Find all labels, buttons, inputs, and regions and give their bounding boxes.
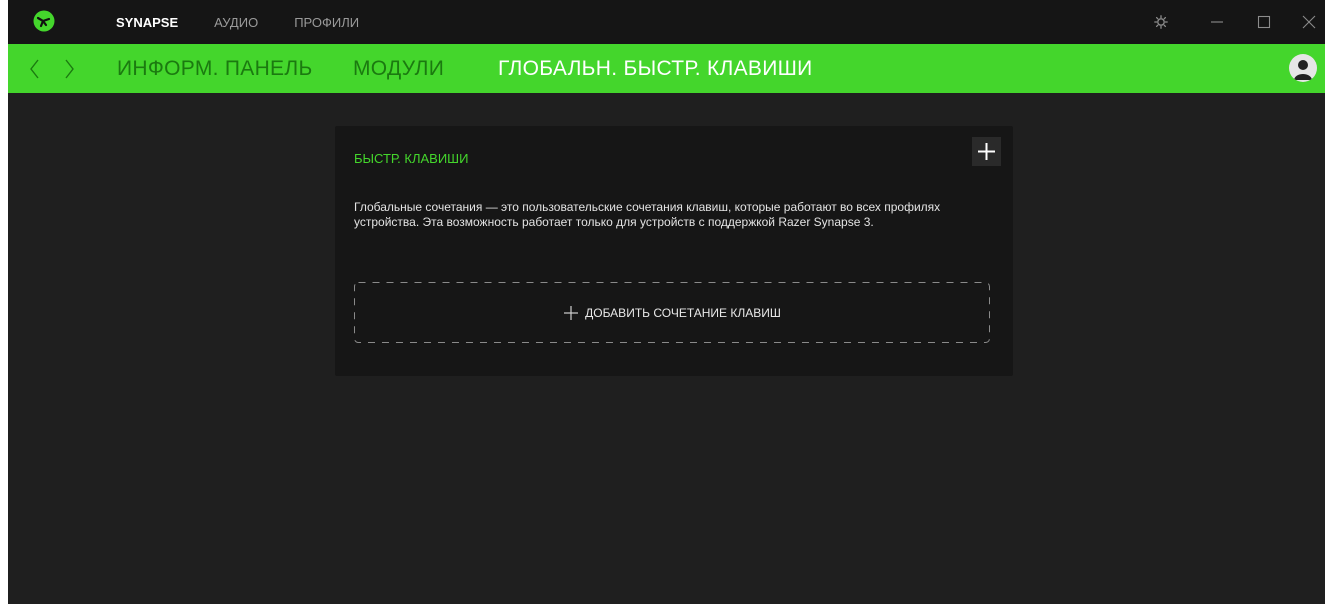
minimize-button[interactable] xyxy=(1202,0,1232,44)
add-key-combination-button[interactable]: ДОБАВИТЬ СОЧЕТАНИЕ КЛАВИШ xyxy=(354,282,990,343)
minimize-icon xyxy=(1211,21,1223,23)
close-button[interactable] xyxy=(1294,0,1324,44)
top-nav-audio[interactable]: АУДИО xyxy=(214,15,258,30)
add-shortcut-button[interactable] xyxy=(972,137,1001,166)
tab-dashboard[interactable]: ИНФОРМ. ПАНЕЛЬ xyxy=(117,44,313,93)
back-arrow-icon[interactable] xyxy=(24,56,46,82)
sub-nav: ИНФОРМ. ПАНЕЛЬ МОДУЛИ ГЛОБАЛЬН. БЫСТР. К… xyxy=(8,44,1325,93)
plus-icon xyxy=(978,143,995,160)
app-window: SYNAPSE АУДИО ПРОФИЛИ ИНФОРМ. ПАНЕЛЬ МОД… xyxy=(8,0,1325,604)
add-key-combination-label: ДОБАВИТЬ СОЧЕТАНИЕ КЛАВИШ xyxy=(585,305,781,320)
top-nav-profiles[interactable]: ПРОФИЛИ xyxy=(294,15,359,30)
gear-icon xyxy=(1154,15,1168,29)
user-icon xyxy=(1294,60,1312,80)
maximize-icon xyxy=(1257,15,1271,29)
tab-modules[interactable]: МОДУЛИ xyxy=(353,44,444,93)
top-nav: SYNAPSE АУДИО ПРОФИЛИ xyxy=(116,0,395,44)
card-description: Глобальные сочетания — это пользовательс… xyxy=(354,200,941,229)
plus-icon xyxy=(564,305,579,320)
forward-arrow-icon[interactable] xyxy=(58,56,80,82)
shortcuts-card: БЫСТР. КЛАВИШИ Глобальные сочетания — эт… xyxy=(335,126,1013,376)
tab-global-shortcuts[interactable]: ГЛОБАЛЬН. БЫСТР. КЛАВИШИ xyxy=(498,44,813,93)
card-title: БЫСТР. КЛАВИШИ xyxy=(354,151,469,166)
user-avatar[interactable] xyxy=(1289,54,1317,82)
razer-logo-icon[interactable] xyxy=(33,10,55,32)
settings-button[interactable] xyxy=(1146,0,1176,44)
top-nav-synapse[interactable]: SYNAPSE xyxy=(116,15,178,30)
close-icon xyxy=(1302,15,1316,29)
title-bar: SYNAPSE АУДИО ПРОФИЛИ xyxy=(8,0,1325,44)
maximize-button[interactable] xyxy=(1249,0,1279,44)
add-key-combination-content: ДОБАВИТЬ СОЧЕТАНИЕ КЛАВИШ xyxy=(354,282,990,343)
